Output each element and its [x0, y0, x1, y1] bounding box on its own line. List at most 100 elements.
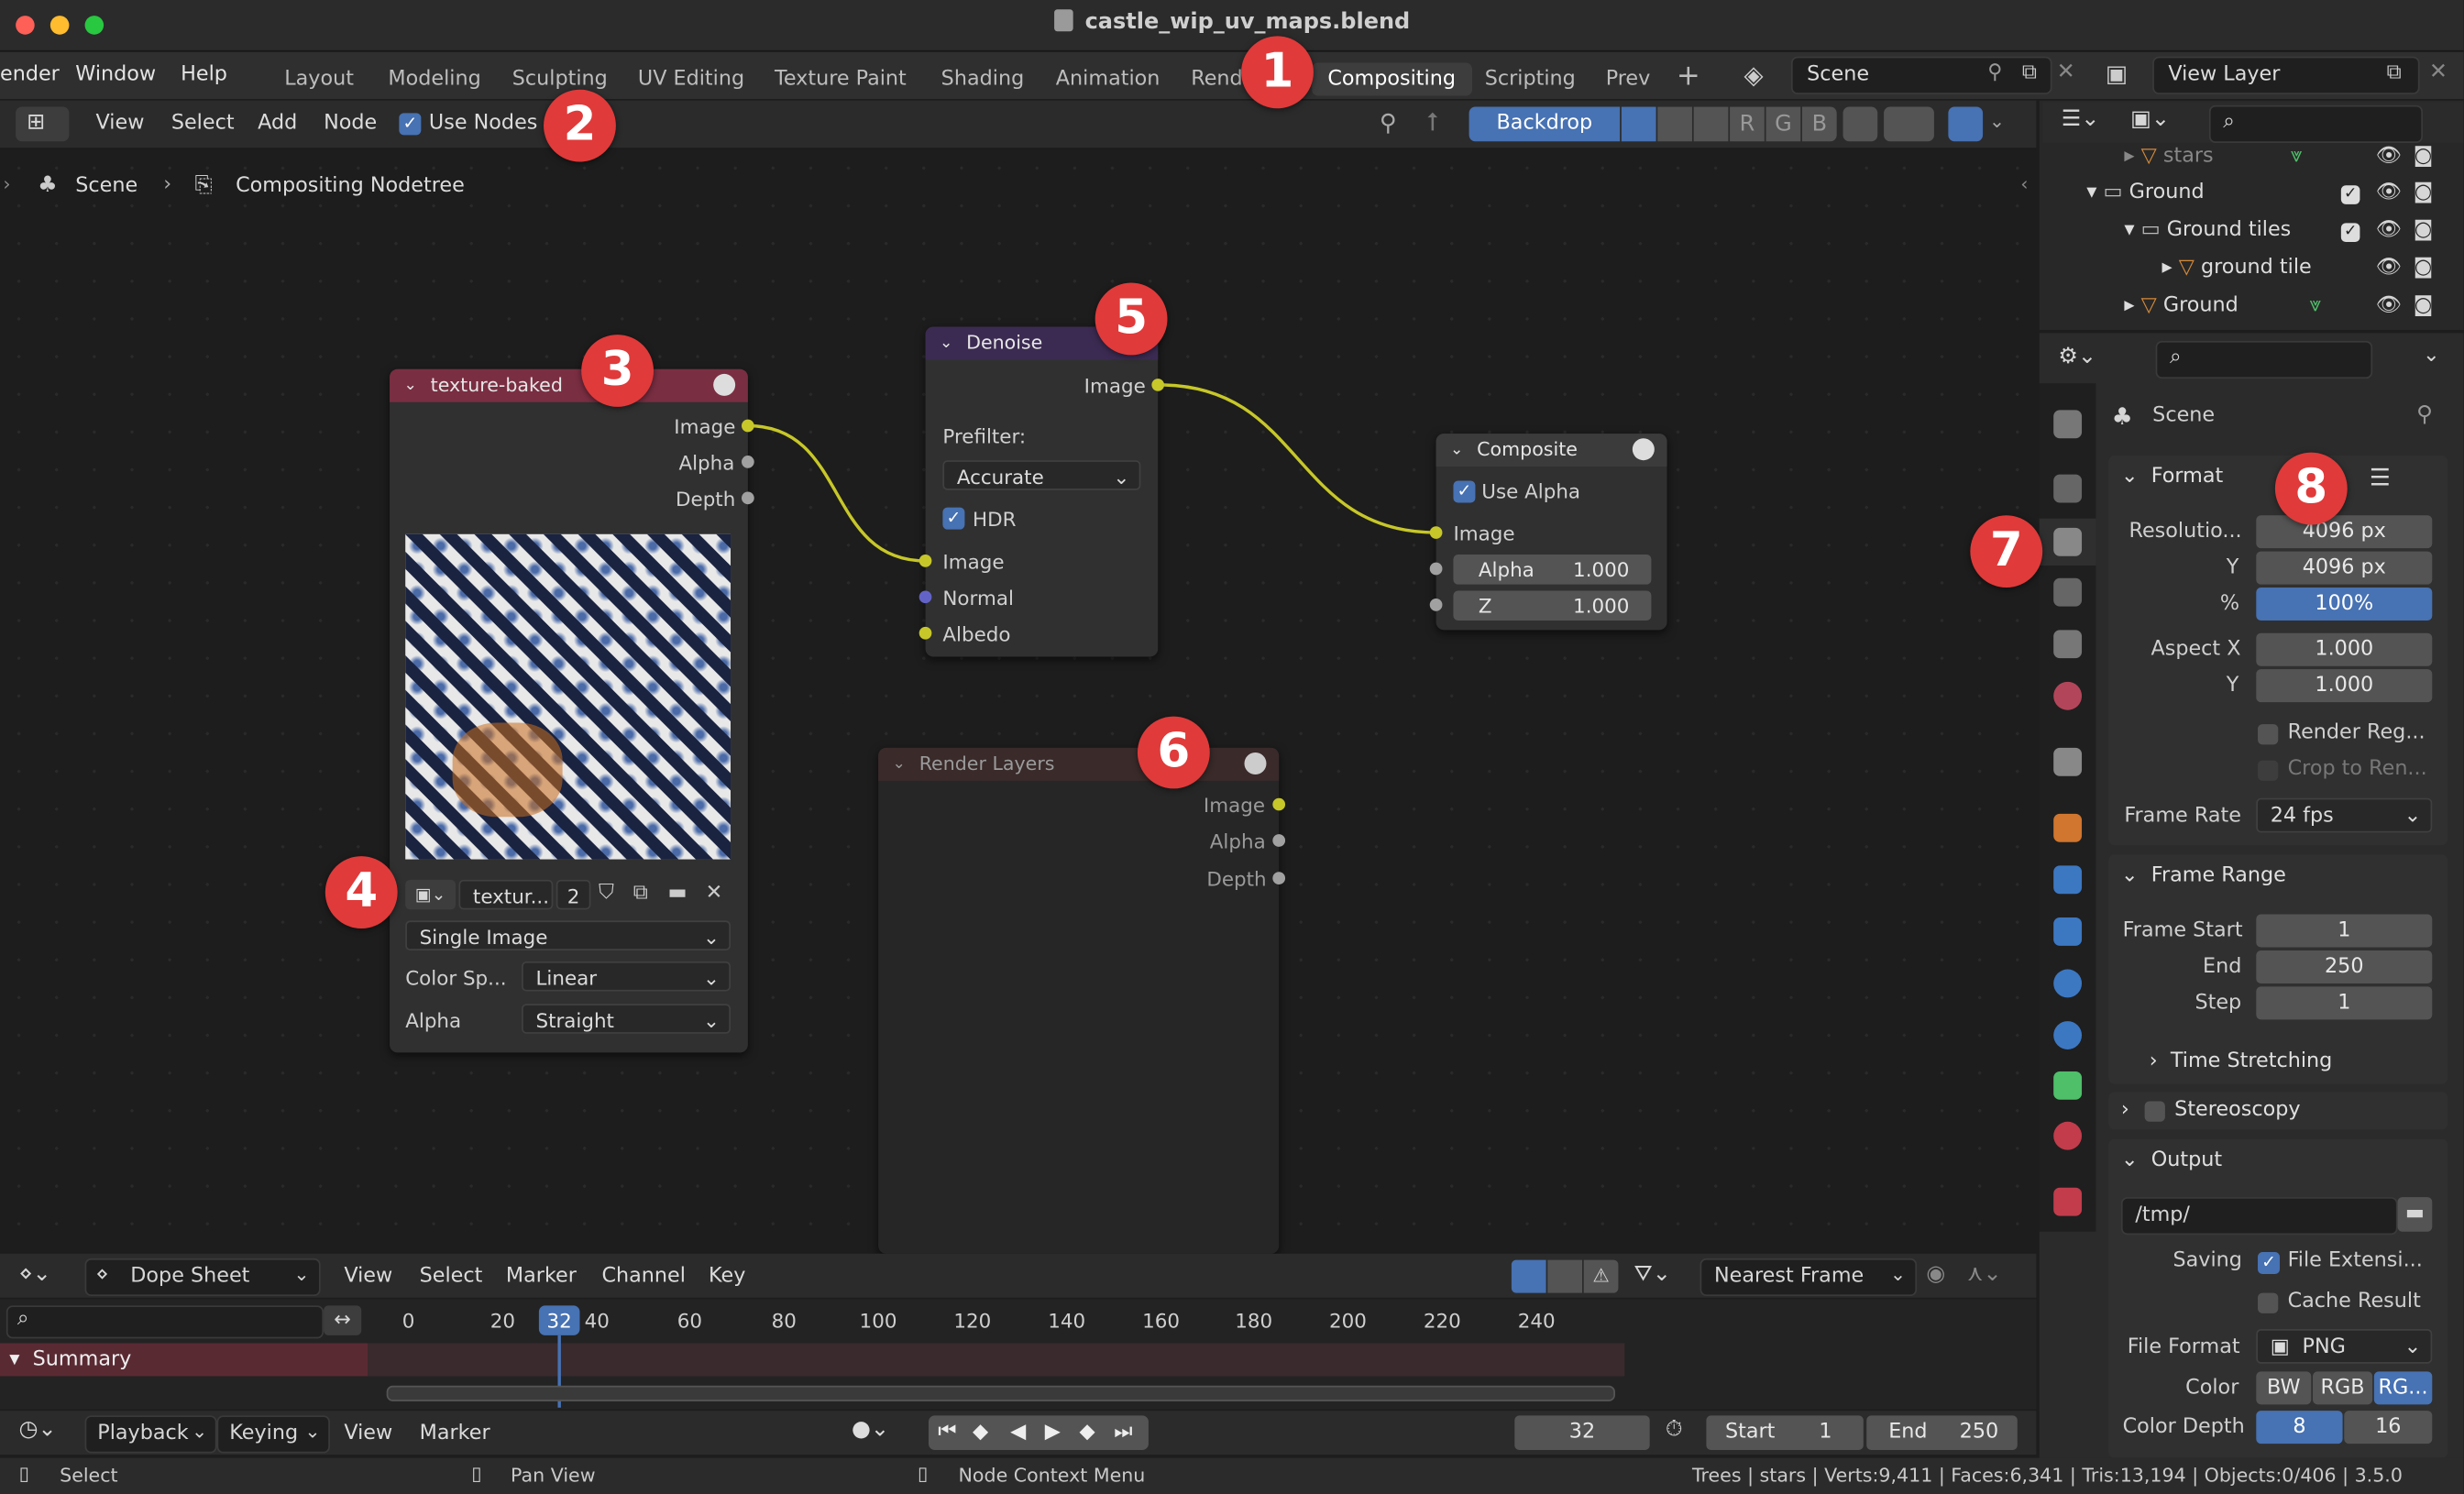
visibility-eye-icon[interactable]: 👁 [2376, 145, 2402, 169]
scene-tab-icon[interactable] [2053, 630, 2083, 659]
prev-keyframe-icon[interactable]: ◆ [973, 1415, 988, 1450]
resolution-x-field[interactable]: 4096 px [2256, 515, 2433, 549]
collapse-icon[interactable]: ⌄ [893, 748, 906, 781]
time-stretching-subpanel[interactable]: › Time Stretching [2150, 1049, 2333, 1073]
outliner-search-input[interactable]: ⌕ [2208, 104, 2423, 143]
play-reverse-icon[interactable]: ◀ [1010, 1415, 1026, 1450]
start-frame-field[interactable]: Start 1 [1706, 1415, 1864, 1451]
dope-menu-key[interactable]: Key [709, 1265, 745, 1289]
exclude-checkbox[interactable]: ✓ [2340, 223, 2360, 242]
crop-to-region-checkbox[interactable] [2258, 760, 2279, 781]
jump-start-icon[interactable]: ⏮ [938, 1415, 956, 1450]
visibility-eye-icon[interactable]: 👁 [2376, 256, 2402, 280]
snap-mode-dropdown[interactable]: Nearest Frame ⌄ [1700, 1258, 1918, 1297]
outliner-item-ground-tile[interactable]: ▸ ▽ ground tile [2162, 256, 2311, 280]
properties-search-input[interactable]: ⌕ [2155, 340, 2373, 379]
dope-mode-dropdown[interactable]: ⋄ Dope Sheet ⌄ [84, 1258, 321, 1297]
format-panel-header[interactable]: ⌄ Format [2121, 465, 2223, 489]
delete-scene-icon[interactable]: ✕ [2057, 60, 2075, 84]
physics-tab-icon[interactable] [2053, 969, 2083, 998]
socket-input-normal[interactable] [918, 590, 932, 604]
dope-menu-view[interactable]: View [344, 1265, 392, 1289]
file-extensions-checkbox[interactable]: ✓ [2258, 1252, 2281, 1275]
hdr-checkbox[interactable]: ✓ [942, 507, 965, 530]
jump-end-icon[interactable]: ⏭ [1114, 1415, 1132, 1450]
fake-user-shield-icon[interactable]: ⛉ [599, 882, 614, 906]
output-tab-active[interactable] [2039, 518, 2096, 566]
frame-end-field[interactable]: 250 [2256, 950, 2433, 983]
keying-menu[interactable]: Keying ⌄ [216, 1415, 330, 1454]
render-tab-icon[interactable] [2053, 474, 2083, 503]
preview-icon[interactable] [1632, 438, 1655, 461]
duplicate-image-icon[interactable]: ⧉ [633, 882, 648, 906]
render-camera-icon[interactable]: ◙ [2414, 294, 2434, 318]
output-path-input[interactable]: /tmp/ [2120, 1197, 2398, 1236]
texture-tab-icon[interactable] [2053, 1187, 2083, 1216]
socket-input-alpha[interactable] [1429, 562, 1443, 576]
material-tab-icon[interactable] [2053, 1121, 2083, 1150]
node-header[interactable]: ⌄ Render Layers [878, 747, 1280, 781]
proportional-editing-icon[interactable]: ◉ [1926, 1261, 1945, 1286]
view-layer-icon[interactable]: ▣ [2106, 60, 2128, 88]
frame-start-field[interactable]: 1 [2256, 914, 2433, 948]
timeline-editor-type-icon[interactable]: ◷⌄ [19, 1417, 57, 1442]
properties-options-icon[interactable]: ⌄ [2423, 344, 2440, 368]
outliner-item-ground-tiles[interactable]: ▾ ▭ Ground tiles [2124, 218, 2291, 242]
color-depth-16-button[interactable]: 16 [2344, 1411, 2433, 1445]
preview-range-stopwatch-icon[interactable]: ⏱ [1666, 1417, 1683, 1442]
show-hidden-icon[interactable] [1547, 1259, 1582, 1293]
pin-icon[interactable]: ⚲ [2416, 402, 2433, 427]
z-value-field[interactable]: Z 1.000 [1453, 590, 1652, 621]
outliner-editor-type-icon[interactable]: ☰⌄ [2062, 107, 2100, 132]
visibility-eye-icon[interactable]: 👁 [2376, 181, 2402, 204]
socket-output-depth[interactable] [742, 491, 754, 505]
display-mode-icon[interactable]: ▣⌄ [2130, 107, 2170, 132]
use-alpha-checkbox[interactable]: ✓ [1453, 480, 1476, 503]
outliner-item-stars[interactable]: ▸ ▽ stars [2124, 145, 2213, 169]
collection-tab-icon[interactable] [2053, 747, 2083, 776]
data-tab-icon[interactable] [2053, 1071, 2083, 1100]
proportional-falloff-icon[interactable]: ⋏⌄ [1967, 1261, 2002, 1286]
only-selected-icon[interactable] [1511, 1259, 1546, 1293]
socket-input-z[interactable] [1429, 599, 1443, 611]
tool-tab-icon[interactable] [2053, 410, 2083, 439]
presets-list-icon[interactable]: ☰ [2370, 464, 2391, 492]
socket-input-image[interactable] [918, 555, 932, 567]
dope-menu-select[interactable]: Select [420, 1265, 483, 1289]
channel-search-input[interactable]: ⌕ [6, 1305, 324, 1339]
object-tab-icon[interactable] [2053, 813, 2083, 842]
view-layer-tab-icon[interactable] [2053, 577, 2083, 607]
color-space-dropdown[interactable]: Linear ⌄ [522, 961, 732, 992]
file-format-dropdown[interactable]: ▣ PNG ⌄ [2256, 1329, 2433, 1364]
node-header[interactable]: ⌄ texture-baked [390, 368, 748, 402]
frame-range-panel-header[interactable]: ⌄ Frame Range [2121, 864, 2286, 888]
color-rgb-button[interactable]: RGB [2313, 1371, 2373, 1405]
color-rgba-button[interactable]: RG... [2373, 1371, 2433, 1405]
render-region-checkbox[interactable] [2258, 724, 2279, 745]
output-panel-header[interactable]: ⌄ Output [2121, 1148, 2222, 1172]
browse-folder-icon[interactable]: ▬ [2397, 1197, 2433, 1232]
image-source-dropdown[interactable]: Single Image ⌄ [405, 920, 732, 950]
auto-keying-record-icon[interactable]: ●⌄ [852, 1417, 889, 1442]
open-image-folder-icon[interactable]: ▬ [667, 882, 687, 906]
filter-funnel-icon[interactable]: ⛛⌄ [1634, 1261, 1671, 1286]
collapse-icon[interactable]: ⌄ [403, 369, 416, 402]
collapse-icon[interactable]: ⌄ [940, 327, 952, 360]
summary-track[interactable] [368, 1343, 1625, 1377]
playhead-frame-indicator[interactable]: 32 [538, 1305, 580, 1335]
dope-menu-channel[interactable]: Channel [601, 1265, 685, 1289]
prefilter-dropdown[interactable]: Accurate ⌄ [942, 460, 1141, 490]
render-camera-icon[interactable]: ◙ [2414, 145, 2434, 169]
current-frame-field[interactable]: 32 [1514, 1415, 1650, 1451]
next-keyframe-icon[interactable]: ◆ [1080, 1415, 1095, 1450]
view-layer-field[interactable]: View Layer ⧉ [2152, 56, 2420, 94]
alpha-mode-dropdown[interactable]: Straight ⌄ [522, 1004, 732, 1034]
show-errors-icon[interactable]: ⚠ [1583, 1259, 1619, 1293]
visibility-eye-icon[interactable]: 👁 [2376, 294, 2402, 318]
horizontal-scrollbar[interactable] [386, 1385, 1615, 1401]
exclude-checkbox[interactable]: ✓ [2340, 185, 2360, 204]
image-users-count[interactable]: 2 [556, 879, 591, 910]
socket-input-image[interactable] [1429, 526, 1443, 539]
stereoscopy-panel-header[interactable]: › [2121, 1098, 2136, 1122]
particles-tab-icon[interactable] [2053, 917, 2083, 946]
